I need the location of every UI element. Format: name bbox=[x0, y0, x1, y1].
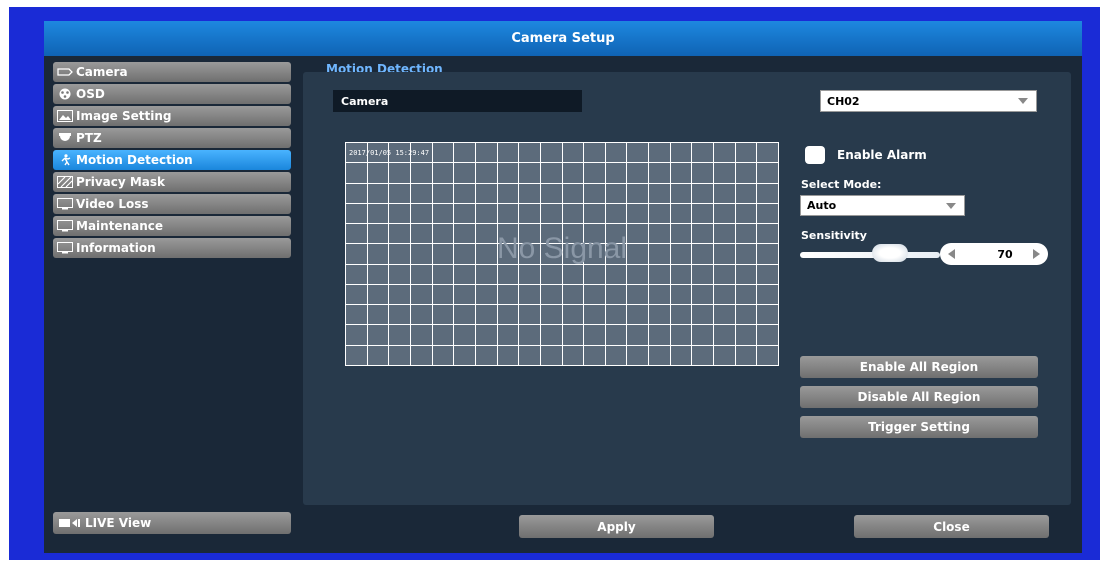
sensitivity-label: Sensitivity bbox=[801, 229, 867, 242]
preview-timestamp: 2017/01/05 15:29:47 bbox=[349, 149, 430, 157]
live-view-label: LIVE View bbox=[85, 516, 152, 530]
camera-icon bbox=[56, 66, 74, 78]
live-view-button[interactable]: LIVE View bbox=[53, 512, 291, 534]
sidebar-item-label: Maintenance bbox=[76, 219, 164, 233]
enable-alarm-label: Enable Alarm bbox=[837, 148, 927, 162]
monitor-icon bbox=[56, 242, 74, 254]
sidebar: Camera OSD Image Setting PTZ Motion Dete… bbox=[53, 62, 291, 260]
sidebar-item-osd[interactable]: OSD bbox=[53, 84, 291, 104]
sidebar-item-image-setting[interactable]: Image Setting bbox=[53, 106, 291, 126]
privacy-mask-icon bbox=[56, 176, 74, 188]
camera-label: Camera bbox=[333, 90, 582, 112]
no-signal-text: No Signal bbox=[496, 232, 628, 265]
sidebar-item-information[interactable]: Information bbox=[53, 238, 291, 258]
sidebar-item-motion-detection[interactable]: Motion Detection bbox=[53, 150, 291, 170]
enable-alarm-checkbox[interactable] bbox=[805, 146, 825, 164]
ptz-icon bbox=[56, 132, 74, 144]
sidebar-item-label: Video Loss bbox=[76, 197, 149, 211]
chevron-down-icon bbox=[1018, 98, 1028, 104]
sidebar-item-privacy-mask[interactable]: Privacy Mask bbox=[53, 172, 291, 192]
chevron-down-icon bbox=[946, 202, 956, 209]
enable-all-region-button[interactable]: Enable All Region bbox=[800, 356, 1038, 378]
trigger-setting-button[interactable]: Trigger Setting bbox=[800, 416, 1038, 438]
apply-button[interactable]: Apply bbox=[519, 515, 714, 538]
disable-all-region-button[interactable]: Disable All Region bbox=[800, 386, 1038, 408]
decrease-arrow-icon[interactable] bbox=[948, 249, 955, 259]
sidebar-item-label: OSD bbox=[76, 87, 105, 101]
sidebar-item-label: Privacy Mask bbox=[76, 175, 166, 189]
increase-arrow-icon[interactable] bbox=[1033, 249, 1040, 259]
mode-select[interactable]: Auto bbox=[800, 195, 965, 216]
sidebar-item-label: Camera bbox=[76, 65, 128, 79]
sensitivity-slider-handle[interactable] bbox=[872, 244, 908, 262]
sensitivity-slider[interactable] bbox=[800, 252, 940, 258]
camera-setup-window: Camera Setup Camera OSD Image Setting PT… bbox=[44, 21, 1082, 553]
sidebar-item-label: Motion Detection bbox=[76, 153, 193, 167]
sensitivity-value: 70 bbox=[997, 247, 1013, 261]
sidebar-item-ptz[interactable]: PTZ bbox=[53, 128, 291, 148]
motion-icon bbox=[56, 154, 74, 166]
sensitivity-stepper[interactable]: 70 bbox=[940, 243, 1048, 265]
sidebar-item-video-loss[interactable]: Video Loss bbox=[53, 194, 291, 214]
sidebar-item-maintenance[interactable]: Maintenance bbox=[53, 216, 291, 236]
live-view-icon bbox=[59, 518, 81, 528]
monitor-icon bbox=[56, 198, 74, 210]
sidebar-item-camera[interactable]: Camera bbox=[53, 62, 291, 82]
close-button[interactable]: Close bbox=[854, 515, 1049, 538]
window-title: Camera Setup bbox=[44, 21, 1082, 56]
sidebar-item-label: PTZ bbox=[76, 131, 102, 145]
sidebar-item-label: Image Setting bbox=[76, 109, 172, 123]
sidebar-item-label: Information bbox=[76, 241, 156, 255]
channel-select[interactable]: CH02 bbox=[820, 90, 1037, 112]
osd-icon bbox=[56, 88, 74, 100]
channel-select-value: CH02 bbox=[827, 94, 860, 108]
image-icon bbox=[56, 110, 74, 122]
select-mode-label: Select Mode: bbox=[801, 178, 882, 191]
monitor-icon bbox=[56, 220, 74, 232]
mode-select-value: Auto bbox=[807, 199, 837, 212]
motion-grid-preview[interactable]: 2017/01/05 15:29:47 No Signal bbox=[345, 142, 779, 366]
